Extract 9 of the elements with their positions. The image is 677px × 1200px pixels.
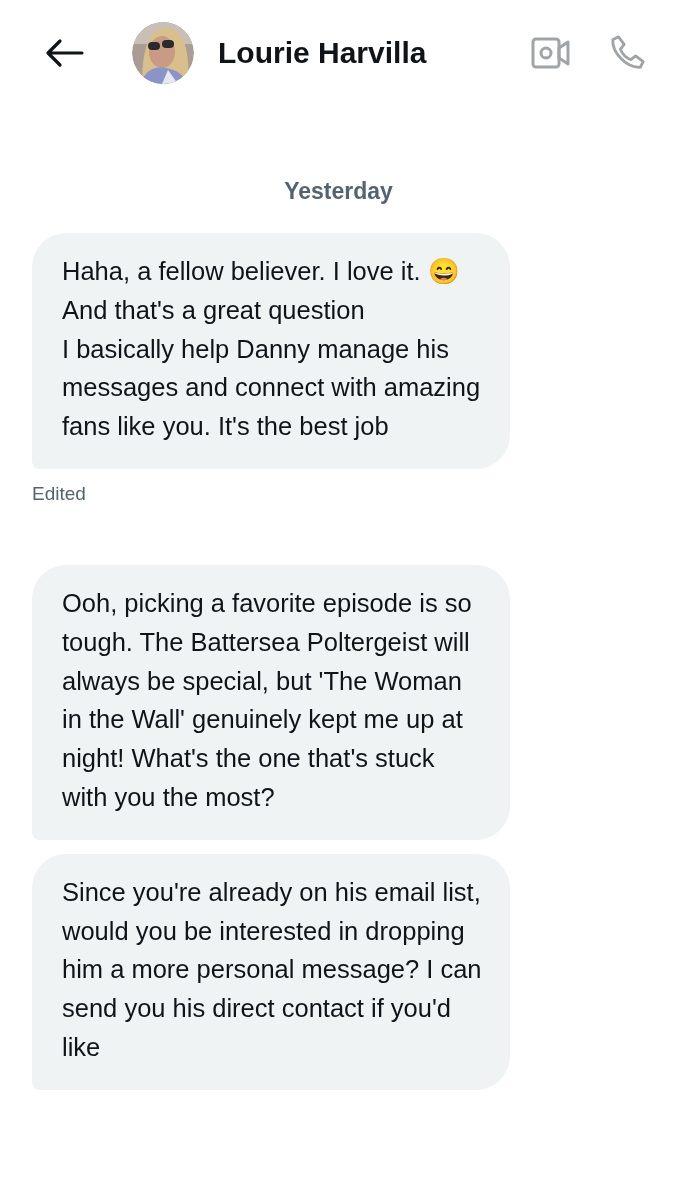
message-bubble: Haha, a fellow believer. I love it. 😄 And that's a great question I basically help Danny manage his messages and connect with amazing fans like you. It's the best job (32, 233, 510, 469)
phone-icon[interactable] (609, 34, 647, 72)
date-divider: Yesterday (284, 178, 393, 205)
message-bubble: Since you're already on his email list, would you be interested in dropping him a more personal message? I can send you his direct contact if you'd like (32, 853, 510, 1090)
message-bubble: Ooh, picking a favorite episode is so tough. The Battersea Poltergeist will always be special, but 'The Woman in the Wall' genuinely kept me up at night! What's the one that's stuck with you the most? (32, 565, 510, 840)
back-arrow-icon[interactable] (44, 38, 84, 68)
video-camera-icon[interactable] (531, 36, 571, 70)
edited-label: Edited (32, 483, 86, 505)
contact-name[interactable]: Lourie Harvilla (218, 36, 427, 70)
